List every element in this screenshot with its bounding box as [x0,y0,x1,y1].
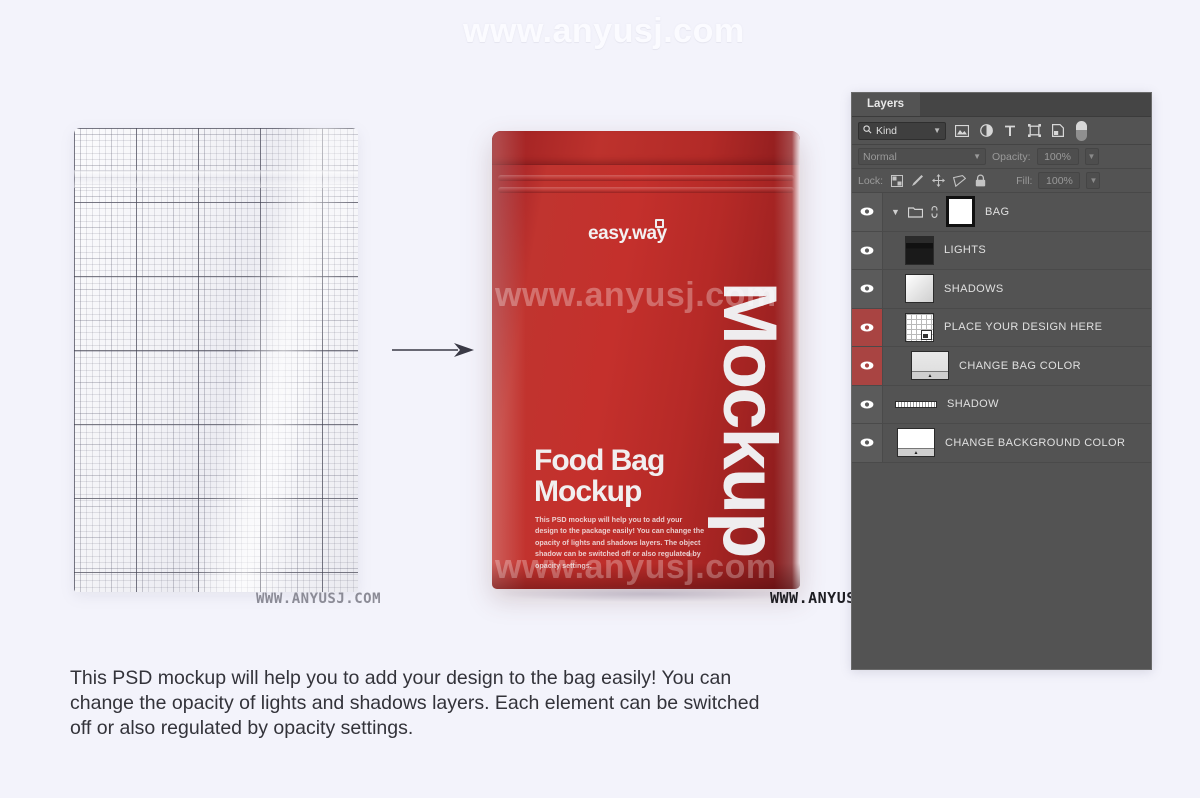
filter-kind-label: Kind [876,124,898,137]
bag-zipper-line-2 [498,187,794,193]
filter-toggle[interactable] [1076,120,1087,141]
fill-value[interactable]: 100% [1038,172,1081,189]
blend-mode-select[interactable]: Normal ▼ [858,148,986,165]
search-icon [863,124,872,137]
adjustment-slider-icon [898,448,934,457]
eye-icon [860,284,874,294]
table-row[interactable]: ▼ BAG [851,193,1152,232]
table-row[interactable]: PLACE YOUR DESIGN HERE [851,308,1152,347]
layer-visibility-toggle[interactable] [851,385,883,423]
table-row[interactable]: LIGHTS [851,231,1152,270]
fill-slider-chevron-icon[interactable]: ▼ [1086,172,1101,189]
adjustment-layer-thumbnail[interactable] [897,428,935,458]
arrow-right-icon [390,341,480,359]
eye-icon [860,438,874,448]
template-gloss [74,128,358,592]
lock-position-icon[interactable] [931,173,946,188]
blend-mode-bar: Normal ▼ Opacity: 100% ▼ [851,145,1152,169]
bag-trademark-icon [655,219,664,228]
layer-filter-bar: Kind ▼ [851,117,1152,145]
grid-surface [74,128,358,592]
eye-icon [860,207,874,217]
bag-vertical-text-holder: Mockup [706,249,792,589]
lock-label: Lock: [858,174,884,187]
layer-name: CHANGE BACKGROUND COLOR [945,436,1126,449]
layer-name: PLACE YOUR DESIGN HERE [944,321,1103,334]
layer-name: CHANGE BAG COLOR [959,359,1081,372]
table-row[interactable]: SHADOW [851,385,1152,424]
table-row[interactable]: CHANGE BACKGROUND COLOR [851,424,1152,463]
layer-visibility-toggle[interactable] [851,270,883,308]
chevron-down-icon[interactable]: ▼ [933,126,941,135]
shape-layer-icon[interactable] [1026,123,1042,139]
opacity-slider-chevron-icon[interactable]: ▼ [1084,148,1099,165]
smart-object-icon[interactable] [1050,123,1066,139]
bag-zipper-line-1 [498,175,794,181]
layer-visibility-toggle[interactable] [851,231,883,269]
smart-object-thumbnail[interactable] [905,312,934,342]
panel-tab-bar: Layers [851,92,1152,117]
lock-transparent-pixels-icon[interactable] [889,173,904,188]
eye-icon [860,245,874,255]
opacity-label: Opacity: [992,150,1031,163]
lock-all-icon[interactable] [973,173,988,188]
folder-icon [907,206,924,218]
fill-label: Fill: [1016,174,1033,187]
layer-visibility-toggle[interactable] [851,308,883,346]
flat-template-preview [74,128,358,592]
layer-thumbnail[interactable] [905,274,934,304]
layer-name: SHADOWS [944,282,1004,295]
opacity-value[interactable]: 100% [1036,148,1079,165]
layer-visibility-toggle[interactable] [851,193,883,231]
layer-mask-thumbnail[interactable] [946,196,975,228]
layer-name: LIGHTS [944,244,987,257]
bag-vertical-text: Mockup [707,281,792,557]
bag-gloss-left [492,131,526,589]
table-row[interactable]: CHANGE BAG COLOR [851,347,1152,386]
blend-mode-value: Normal [863,150,897,163]
table-row[interactable]: SHADOWS [851,270,1152,309]
layer-thumbnail[interactable] [895,400,937,408]
link-icon[interactable] [930,205,939,219]
adjustment-slider-icon [912,371,948,380]
caption-text: This PSD mockup will help you to add you… [70,667,760,739]
watermark-bottom-left: WWW.ANYUSJ.COM [256,591,382,607]
filter-kind-select[interactable]: Kind ▼ [858,121,946,140]
template-zipper-band [74,170,358,188]
layer-visibility-toggle[interactable] [851,424,883,462]
lock-artboard-icon[interactable] [952,173,967,188]
eye-icon [860,399,874,409]
adjustment-layer-icon[interactable] [978,123,994,139]
layer-name: SHADOW [947,398,999,411]
screenshot-stage: www.anyusj.com WWW.ANYUSJ.COM easy.way F… [0,0,1200,798]
layer-thumbnail[interactable] [905,235,934,265]
pixel-layer-icon[interactable] [954,123,970,139]
bag-edge-highlight [792,131,800,589]
layer-visibility-toggle[interactable] [851,347,883,385]
chevron-down-icon[interactable]: ▼ [973,152,981,161]
bag-drop-shadow [498,586,798,602]
lock-bar: Lock: Fill: 100% ▼ [851,169,1152,193]
food-bag-mockup: easy.way Food Bag Mockup This PSD mockup… [492,131,800,589]
type-layer-icon[interactable] [1002,123,1018,139]
layers-panel[interactable]: Layers Kind ▼ Normal ▼ Opacity: 100% ▼ L… [851,92,1152,670]
eye-icon [860,361,874,371]
layer-list[interactable]: ▼ BAG LIGHTS SHADOWS PLACE YOUR DESIGN H… [851,193,1152,463]
bag-title: Food Bag Mockup [534,444,665,508]
adjustment-layer-thumbnail[interactable] [911,351,949,381]
smart-object-badge-icon [921,329,932,340]
lock-image-pixels-icon[interactable] [910,173,925,188]
chevron-down-icon[interactable]: ▼ [891,207,901,217]
bag-top-fold [492,131,800,165]
eye-icon [860,322,874,332]
layer-name: BAG [985,205,1010,218]
tab-layers[interactable]: Layers [851,92,921,116]
watermark-top: www.anyusj.com [463,12,745,50]
